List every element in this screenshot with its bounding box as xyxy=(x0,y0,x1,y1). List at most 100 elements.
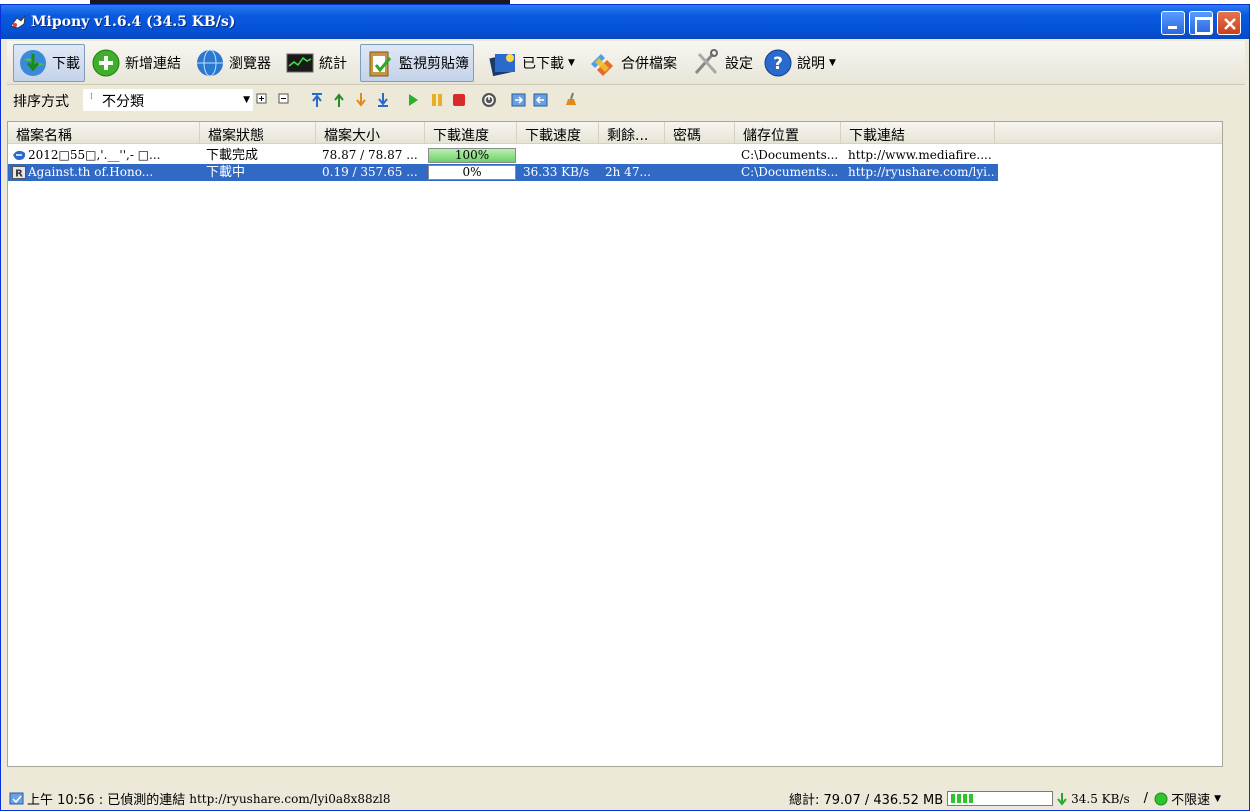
detected-url: http://ryushare.com/lyi0a8x88zl8 xyxy=(189,791,391,806)
tools-icon xyxy=(694,49,718,75)
chevron-down-icon: ▼ xyxy=(829,58,836,68)
window-title: Mipony v1.6.4 (34.5 KB/s) xyxy=(31,14,236,30)
add-icon xyxy=(92,49,120,77)
pause-icon[interactable] xyxy=(429,92,445,108)
column-header[interactable]: 下載進度 xyxy=(425,122,517,144)
total-size: 總計: 79.07 / 436.52 MB xyxy=(789,793,944,808)
progress-label: 0% xyxy=(462,165,482,179)
sort-label: 排序方式 xyxy=(13,94,69,110)
column-header[interactable]: 下載速度 xyxy=(517,122,599,144)
mediafire-host-icon xyxy=(13,150,26,160)
move-bottom-icon[interactable] xyxy=(375,92,391,108)
downloaded-folder-icon xyxy=(489,53,515,77)
column-header[interactable]: 下載連結 xyxy=(841,122,995,144)
move-down-icon[interactable] xyxy=(353,92,369,108)
clean-icon[interactable] xyxy=(563,92,579,108)
globe-icon xyxy=(197,49,223,77)
speed-limit-dropdown[interactable]: 不限速 xyxy=(1171,789,1210,808)
sort-toolbar: 排序方式 ⁞ 不分類 ▼ xyxy=(7,88,1245,114)
password xyxy=(671,147,731,164)
downloaded-label: 已下載 xyxy=(522,56,564,72)
table-row[interactable]: 2012□55□,'.__'',- □... 下載完成 78.87 / 78.8… xyxy=(8,147,998,164)
download-link: http://ryushare.com/lyi... xyxy=(848,165,996,179)
monitor-clipboard-button[interactable]: 監視剪貼簿 xyxy=(360,44,474,82)
main-toolbar: 下載 新增連結 瀏覽器 統計 監視剪貼簿 已下載 ▼ 合併檔案 設定 ? 說明 … xyxy=(7,41,1245,85)
file-size: 78.87 / 78.87 ... xyxy=(322,148,418,162)
progress-bar: 0% xyxy=(428,165,516,180)
clipboard-icon xyxy=(369,51,392,77)
sort-dropdown[interactable]: ⁞ 不分類 ▼ xyxy=(83,89,253,111)
download-label: 下載 xyxy=(52,56,80,72)
expand-all-icon[interactable] xyxy=(255,92,271,108)
status-message: 上午 10:56 : 已偵測的連結 xyxy=(27,793,186,808)
download-arrow-icon xyxy=(1057,792,1067,806)
title-bar[interactable]: Mipony v1.6.4 (34.5 KB/s) xyxy=(1,5,1249,39)
chevron-down-icon: ▼ xyxy=(568,58,575,68)
svg-text:?: ? xyxy=(773,54,783,74)
column-header[interactable]: 檔案狀態 xyxy=(200,122,316,144)
play-icon[interactable] xyxy=(405,92,421,108)
download-list[interactable]: 檔案名稱 檔案狀態 檔案大小 下載進度 下載速度 剩餘... 密碼 儲存位置 下… xyxy=(7,121,1223,767)
column-header[interactable]: 剩餘... xyxy=(599,122,665,144)
list-header: 檔案名稱 檔案狀態 檔案大小 下載進度 下載速度 剩餘... 密碼 儲存位置 下… xyxy=(8,122,1222,144)
current-speed: 34.5 KB/s xyxy=(1071,791,1130,806)
help-label: 說明 xyxy=(797,56,825,72)
maximize-button[interactable] xyxy=(1189,11,1213,35)
chevron-down-icon: ▼ xyxy=(243,95,250,105)
password xyxy=(671,164,731,181)
file-size: 0.19 / 357.65 ... xyxy=(322,165,418,179)
svg-text:R: R xyxy=(15,169,23,180)
download-globe-icon xyxy=(20,50,46,76)
merge-files-label: 合併檔案 xyxy=(621,56,677,72)
minimize-button[interactable] xyxy=(1161,11,1185,35)
move-up-icon[interactable] xyxy=(331,92,347,108)
stats-label: 統計 xyxy=(319,56,347,72)
download-speed: 36.33 KB/s xyxy=(523,165,590,179)
column-header[interactable]: 檔案大小 xyxy=(316,122,425,144)
power-icon[interactable] xyxy=(481,92,497,108)
save-location: C:\Documents... xyxy=(741,165,839,179)
time-remaining: 2h 47... xyxy=(605,165,651,179)
column-header[interactable]: 檔案名稱 xyxy=(8,122,200,144)
file-name: 2012□55□,'.__'',- □... xyxy=(28,148,161,162)
mipony-logo-icon xyxy=(10,14,26,29)
browser-label: 瀏覽器 xyxy=(229,56,271,72)
table-row[interactable]: R Against.th of.Hono... 下載中 0.19 / 357.6… xyxy=(8,164,998,181)
ryushare-host-icon: R xyxy=(12,166,26,179)
close-icon xyxy=(1224,18,1236,30)
file-status: 下載完成 xyxy=(206,148,259,163)
file-name: Against.th of.Hono... xyxy=(28,165,154,179)
progress-bar: 100% xyxy=(428,148,516,163)
export-icon[interactable] xyxy=(533,92,549,108)
stop-icon[interactable] xyxy=(451,92,467,108)
column-header[interactable]: 密碼 xyxy=(665,122,735,144)
help-menu-button[interactable]: ? 說明 ▼ xyxy=(759,44,840,82)
merge-icon xyxy=(591,54,613,76)
speed-limit-icon xyxy=(1154,792,1168,805)
move-top-icon[interactable] xyxy=(309,92,325,108)
help-icon: ? xyxy=(764,49,792,77)
chevron-down-icon[interactable]: ▼ xyxy=(1214,794,1221,804)
status-bar: 上午 10:56 : 已偵測的連結 http://ryushare.com/ly… xyxy=(7,787,1245,809)
download-button[interactable]: 下載 xyxy=(13,44,85,82)
import-icon[interactable] xyxy=(511,92,527,108)
add-link-label: 新增連結 xyxy=(125,56,181,72)
download-speed xyxy=(523,147,599,164)
browser-button[interactable]: 瀏覽器 xyxy=(191,44,275,82)
add-link-button[interactable]: 新增連結 xyxy=(87,44,185,82)
close-button[interactable] xyxy=(1217,11,1241,35)
stats-button[interactable]: 統計 xyxy=(281,44,351,82)
monitor-clipboard-label: 監視剪貼簿 xyxy=(399,56,469,72)
column-header[interactable]: 儲存位置 xyxy=(735,122,841,144)
download-link: http://www.mediafire.... xyxy=(848,148,992,162)
merge-files-button[interactable]: 合併檔案 xyxy=(583,44,681,82)
settings-button[interactable]: 設定 xyxy=(687,44,757,82)
collapse-all-icon[interactable] xyxy=(277,92,293,108)
app-window: Mipony v1.6.4 (34.5 KB/s) 下載 新增連結 瀏覽器 統計… xyxy=(0,4,1250,811)
downloaded-menu-button[interactable]: 已下載 ▼ xyxy=(484,44,579,82)
progress-label: 100% xyxy=(454,148,490,162)
chart-monitor-icon xyxy=(286,53,314,73)
time-remaining xyxy=(605,147,663,164)
sort-selected-value: 不分類 xyxy=(102,94,144,110)
settings-label: 設定 xyxy=(725,56,753,72)
